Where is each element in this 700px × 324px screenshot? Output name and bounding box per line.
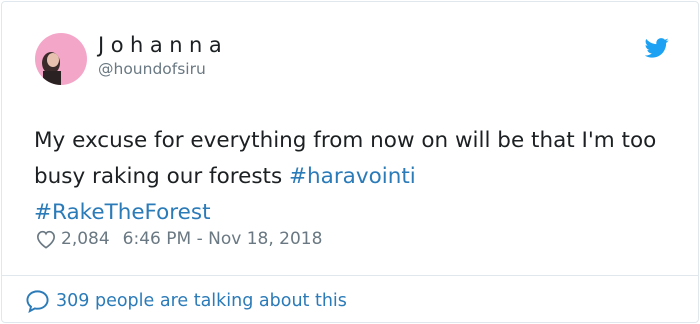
tweet-text: My excuse for everything from now on wil…	[34, 123, 674, 231]
divider	[2, 275, 698, 276]
avatar[interactable]	[35, 33, 87, 85]
tweet-card: Johanna @houndofsiru My excuse for every…	[1, 1, 699, 323]
author-handle[interactable]: @houndofsiru	[98, 60, 206, 78]
twitter-bird-icon[interactable]	[645, 38, 669, 58]
talking-label: 309 people are talking about this	[56, 291, 347, 311]
heart-icon[interactable]	[35, 229, 57, 249]
hashtag-raketheforest[interactable]: #RakeTheForest	[34, 200, 211, 225]
author-display-name[interactable]: Johanna	[98, 33, 228, 57]
hashtag-haravointi[interactable]: #haravointi	[289, 164, 416, 189]
speech-bubble-icon	[26, 290, 49, 313]
timestamp[interactable]: 6:46 PM - Nov 18, 2018	[123, 229, 323, 249]
talking-link[interactable]: 309 people are talking about this	[25, 288, 347, 314]
tweet-meta: 2,084 6:46 PM - Nov 18, 2018	[35, 228, 322, 250]
like-count[interactable]: 2,084	[61, 229, 110, 249]
